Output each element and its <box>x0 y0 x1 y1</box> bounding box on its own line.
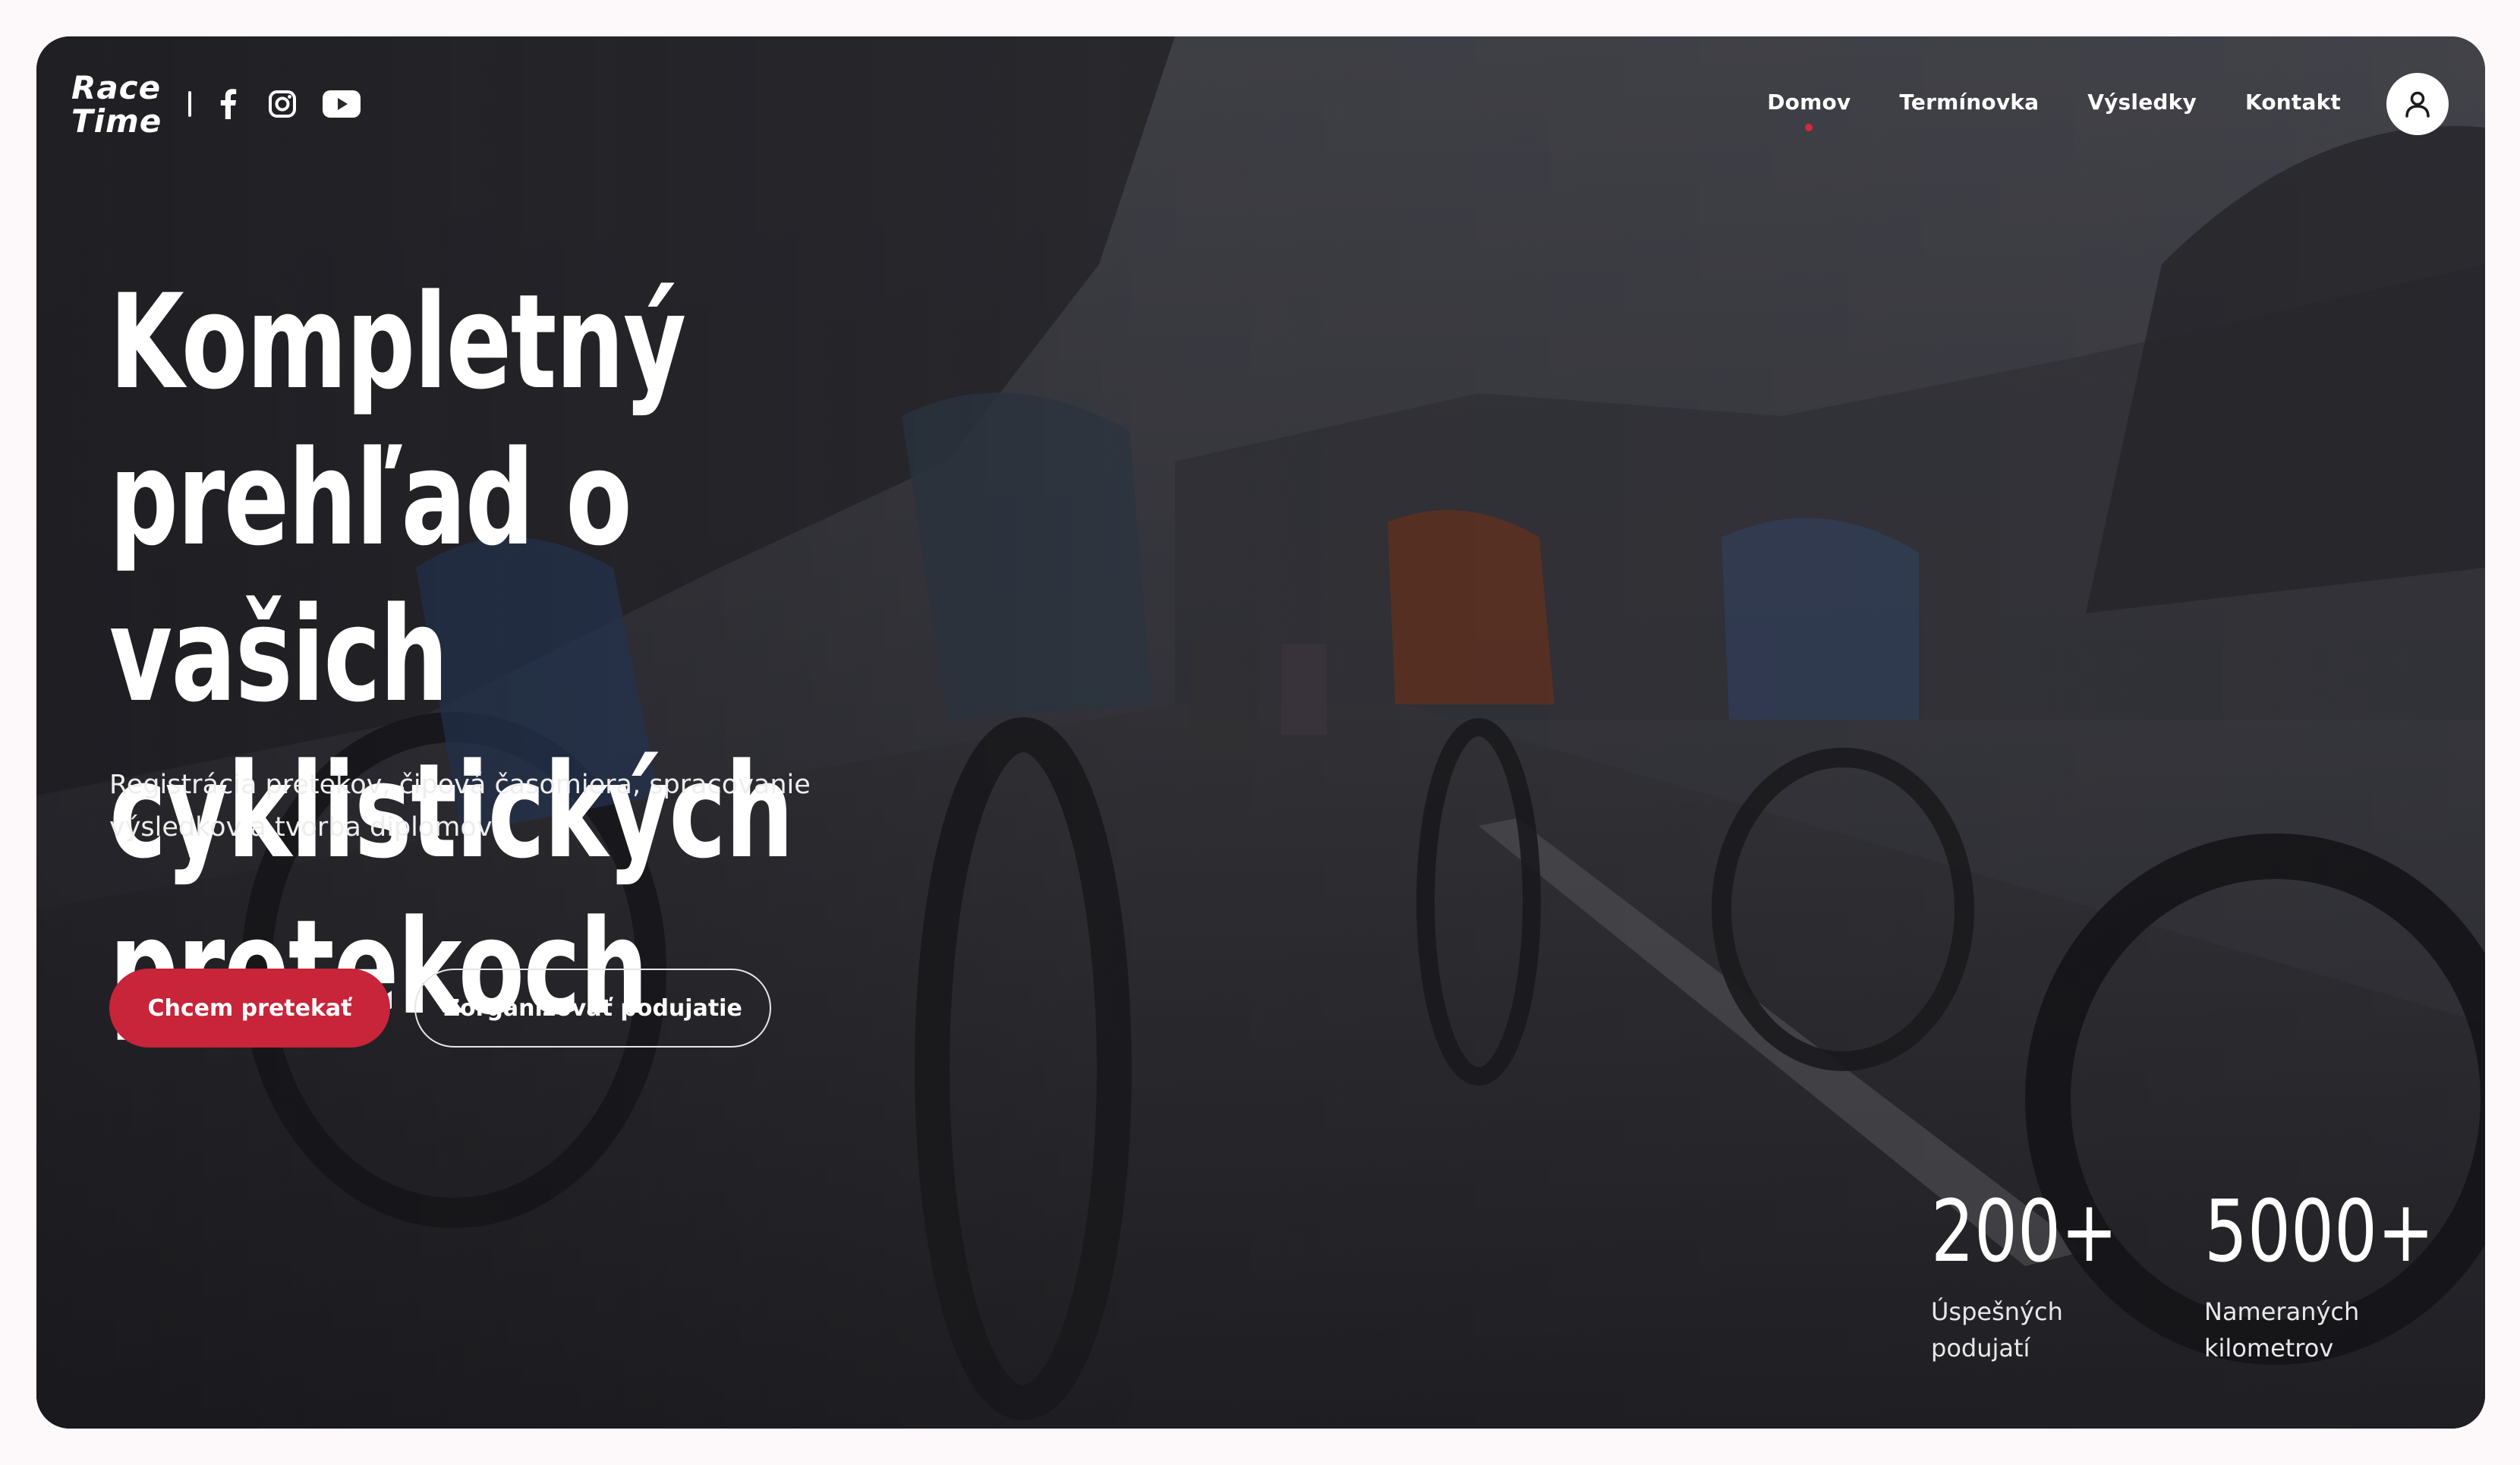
nav-item-kontakt[interactable]: Kontakt <box>2245 90 2341 115</box>
hero-subtitle: Registrácia pretekov, čipová časomiera, … <box>109 770 811 843</box>
nav-item-terminovka[interactable]: Termínovka <box>1899 90 2039 115</box>
racetime-logo[interactable]: Race Time <box>71 71 170 141</box>
header-divider <box>188 91 191 117</box>
user-account-button[interactable] <box>2386 73 2449 135</box>
chcem-pretekat-button[interactable]: Chcem pretekať <box>109 969 390 1048</box>
stat-kilometers-label: Nameraných kilometrov <box>2204 1297 2360 1363</box>
zorganizovat-podujatie-button[interactable]: Zorganizovať podujatie <box>414 969 771 1048</box>
main-navigation: Domov Termínovka Výsledky Kontakt <box>1767 90 2341 131</box>
nav-item-domov[interactable]: Domov <box>1767 90 1851 131</box>
stat-events-label: Úspešných podujatí <box>1931 1297 2063 1363</box>
stat-kilometers-value: 5000+ <box>2204 1183 2435 1281</box>
user-icon <box>2405 91 2430 118</box>
stat-events-value: 200+ <box>1931 1183 2118 1281</box>
stat-kilometers: 5000+ Nameraných kilometrov <box>2204 1183 2485 1366</box>
nav-item-vysledky[interactable]: Výsledky <box>2087 90 2197 115</box>
facebook-icon[interactable] <box>211 87 244 121</box>
logo-line-2: Time <box>71 102 162 140</box>
logo-line-1: Race <box>71 69 162 106</box>
hero-title: Kompletný prehľad o vašich cyklistických… <box>109 266 794 1044</box>
youtube-icon[interactable] <box>319 87 364 121</box>
stat-events: 200+ Úspešných podujatí <box>1931 1183 2165 1366</box>
hero-section: Race Time Domov Termínovka Výsledky Kont… <box>36 36 2485 1429</box>
instagram-icon[interactable] <box>264 87 301 121</box>
